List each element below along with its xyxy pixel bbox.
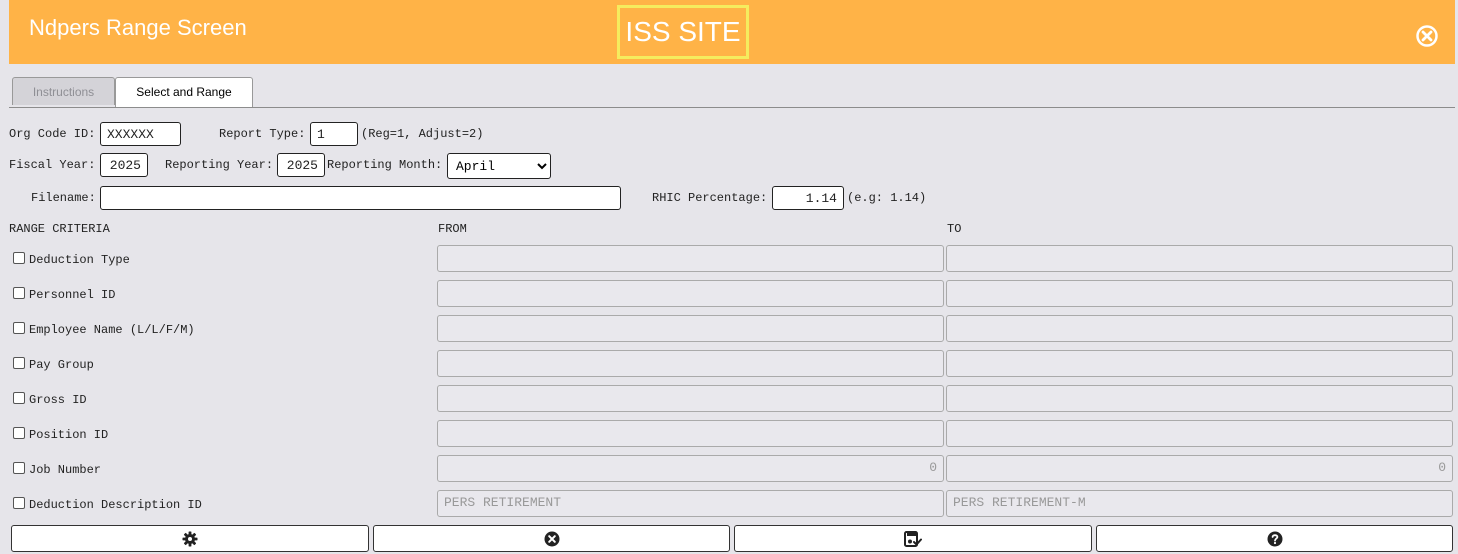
job-number-label: Job Number: [29, 463, 102, 477]
report-type-label: Report Type:: [219, 127, 306, 141]
tab-instructions[interactable]: Instructions: [12, 77, 115, 105]
deduction-type-to-input[interactable]: [946, 245, 1453, 272]
employee-name-to-input[interactable]: [946, 315, 1453, 342]
range-criteria-header: RANGE CRITERIA: [9, 222, 110, 236]
help-icon: [1267, 531, 1282, 546]
gear-icon: [182, 531, 198, 546]
personnel-id-label: Personnel ID: [29, 288, 116, 302]
employee-name-checkbox[interactable]: [13, 322, 25, 334]
deduction-type-label: Deduction Type: [29, 253, 130, 267]
position-id-from-input[interactable]: [437, 420, 944, 447]
rhic-percentage-label: RHIC Percentage:: [652, 191, 768, 205]
gross-id-checkbox[interactable]: [13, 392, 25, 404]
header-bar: Ndpers Range Screen ISS SITE: [9, 0, 1455, 64]
position-id-label: Position ID: [29, 428, 109, 442]
cancel-button[interactable]: [373, 525, 730, 552]
reporting-month-select[interactable]: April: [447, 153, 551, 179]
employee-name-from-input[interactable]: [437, 315, 944, 342]
range-to-header: TO: [947, 222, 962, 236]
job-number-checkbox[interactable]: [13, 462, 25, 474]
filename-label: Filename:: [31, 191, 96, 205]
deduction-description-from-input[interactable]: PERS RETIREMENT: [437, 490, 944, 517]
deduction-type-checkbox[interactable]: [13, 252, 25, 264]
gross-id-from-input[interactable]: [437, 385, 944, 412]
employee-name-label: Employee Name (L/L/F/M): [29, 323, 195, 337]
personnel-id-checkbox[interactable]: [13, 287, 25, 299]
gross-id-to-input[interactable]: [946, 385, 1453, 412]
save-button[interactable]: [734, 525, 1092, 552]
save-icon: [904, 530, 922, 547]
filename-input[interactable]: [100, 186, 621, 210]
report-type-input[interactable]: [310, 122, 358, 146]
rhic-percentage-hint: (e.g: 1.14): [847, 191, 927, 205]
org-code-input[interactable]: [100, 122, 181, 146]
position-id-to-input[interactable]: [946, 420, 1453, 447]
reporting-year-input[interactable]: [277, 153, 325, 177]
pay-group-from-input[interactable]: [437, 350, 944, 377]
org-code-label: Org Code ID:: [9, 127, 96, 141]
personnel-id-from-input[interactable]: [437, 280, 944, 307]
reporting-month-label: Reporting Month:: [327, 158, 443, 172]
range-from-header: FROM: [438, 222, 467, 236]
settings-button[interactable]: [11, 525, 369, 552]
job-number-from-input[interactable]: 0: [437, 455, 944, 482]
cancel-icon: [544, 531, 559, 546]
rhic-percentage-input[interactable]: [772, 186, 844, 210]
pay-group-label: Pay Group: [29, 358, 94, 372]
reporting-year-label: Reporting Year:: [165, 158, 274, 172]
deduction-type-from-input[interactable]: [437, 245, 944, 272]
pay-group-to-input[interactable]: [946, 350, 1453, 377]
page-title: Ndpers Range Screen: [29, 15, 247, 40]
site-badge: ISS SITE: [617, 5, 749, 59]
close-icon[interactable]: [1416, 25, 1438, 47]
tab-select-and-range[interactable]: Select and Range: [115, 77, 253, 107]
fiscal-year-input[interactable]: [100, 153, 148, 177]
position-id-checkbox[interactable]: [13, 427, 25, 439]
deduction-description-checkbox[interactable]: [13, 497, 25, 509]
gross-id-label: Gross ID: [29, 393, 87, 407]
deduction-description-label: Deduction Description ID: [29, 498, 202, 512]
tab-divider: [9, 107, 1455, 108]
help-button[interactable]: [1096, 525, 1453, 552]
report-type-hint: (Reg=1, Adjust=2): [361, 127, 484, 141]
fiscal-year-label: Fiscal Year:: [9, 158, 96, 172]
pay-group-checkbox[interactable]: [13, 357, 25, 369]
deduction-description-to-input[interactable]: PERS RETIREMENT-M: [946, 490, 1453, 517]
job-number-to-input[interactable]: 0: [946, 455, 1453, 482]
personnel-id-to-input[interactable]: [946, 280, 1453, 307]
